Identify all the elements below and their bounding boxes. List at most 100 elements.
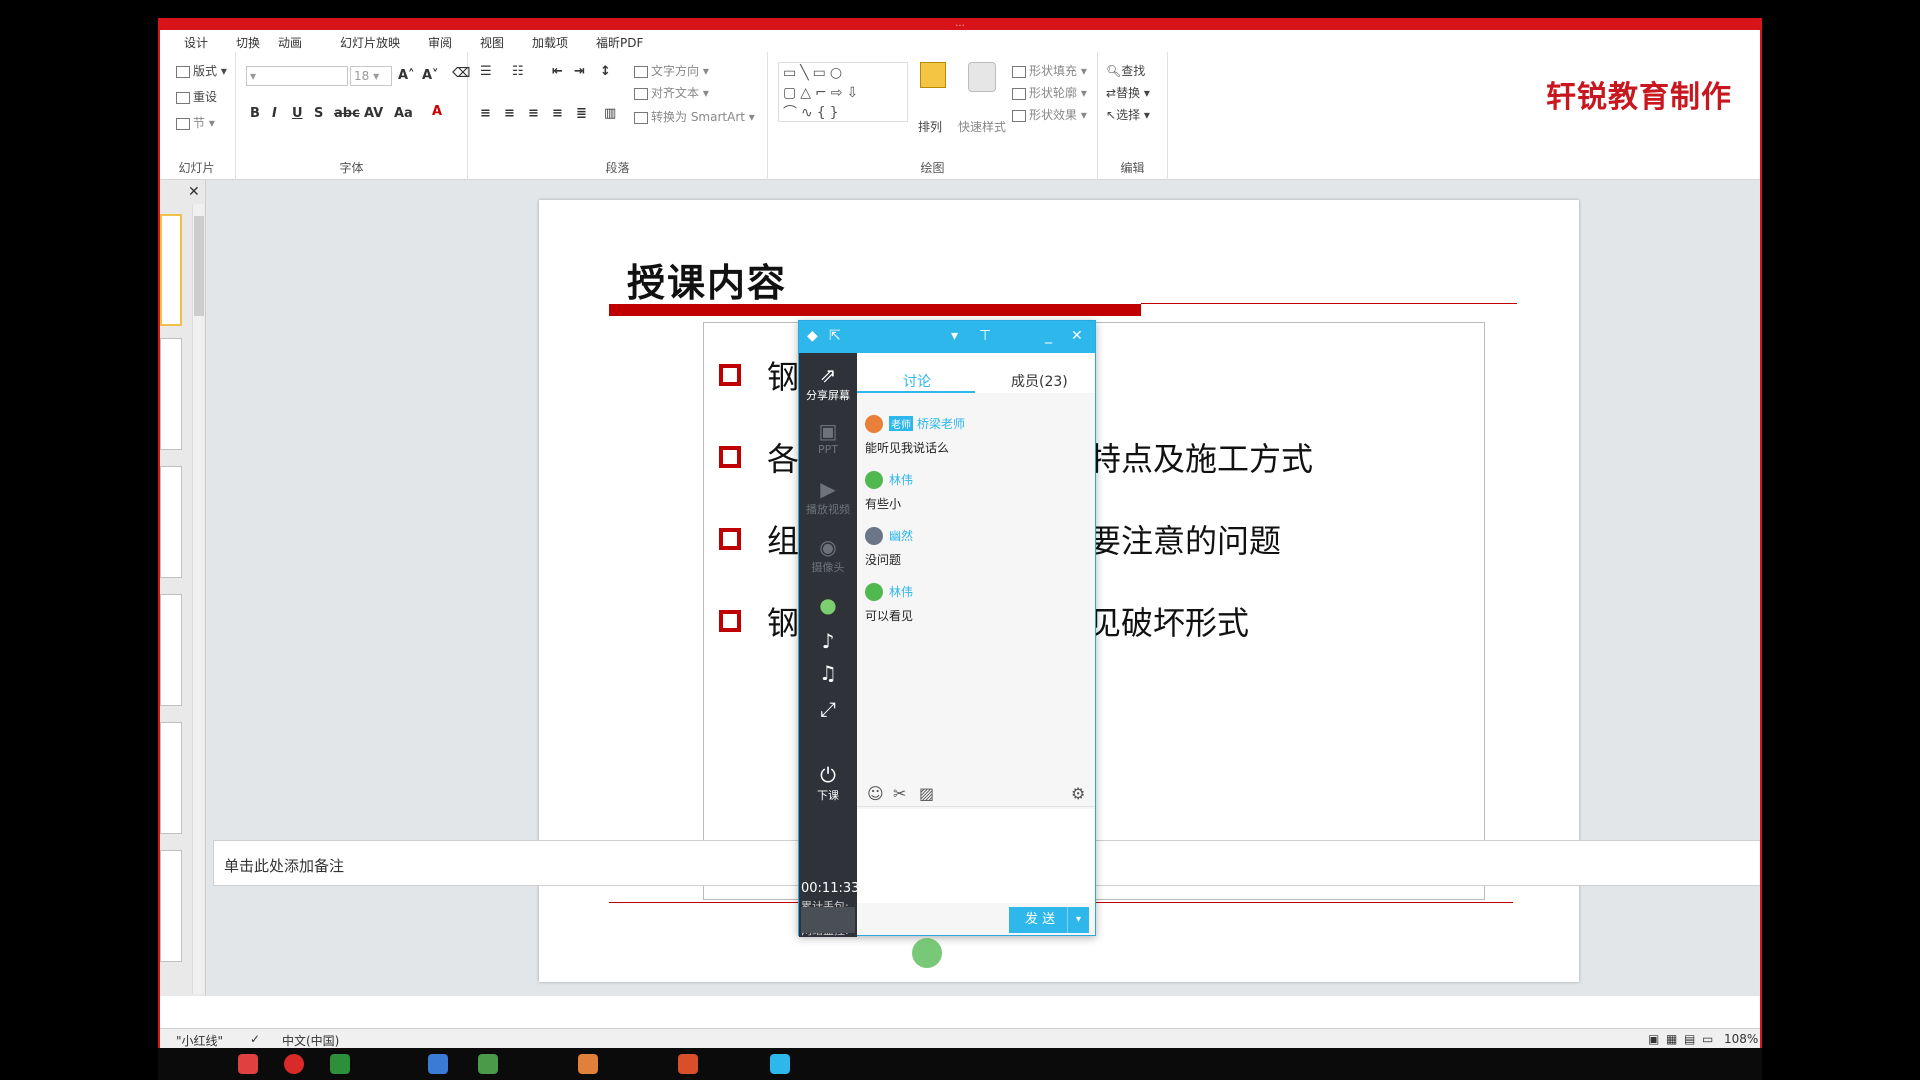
chat-title-bar[interactable]: ◆ ⇱ ▾ ⊤ _ ✕ [799, 321, 1095, 353]
speaker-icon[interactable]: ♪ [799, 629, 857, 653]
reading-view-icon[interactable]: ▤ [1684, 1032, 1695, 1046]
tab-addins[interactable]: 加载项 [532, 34, 568, 51]
sender-name[interactable]: 幽然 [889, 529, 913, 543]
quick-styles-button[interactable]: 快速样式 [958, 118, 1006, 135]
tab-slideshow[interactable]: 幻灯片放映 [340, 34, 400, 51]
scroll-thumb[interactable] [194, 216, 204, 316]
line-spacing-icon[interactable]: ↕ [600, 64, 611, 79]
app-icon[interactable] [770, 1054, 790, 1074]
font-color-icon[interactable]: A [432, 104, 442, 119]
distributed-icon[interactable]: ≣ [576, 106, 587, 121]
section-button[interactable]: 节 ▾ [176, 114, 215, 131]
font-name-combo[interactable]: ▾ [246, 66, 348, 86]
shape-effects-button[interactable]: 形状效果 ▾ [1012, 106, 1087, 123]
numbering-icon[interactable]: ☷ [512, 64, 524, 79]
live-class-chat-window[interactable]: ◆ ⇱ ▾ ⊤ _ ✕ ⇗ 分享屏幕 ▣ PPT ▶ 播放视频 ◉ 摄像头 ● ♪ ♫ … [798, 320, 1096, 937]
zoom-level[interactable]: 108% [1724, 1032, 1758, 1046]
emoji-icon[interactable]: ☺ [867, 784, 884, 803]
end-class-button[interactable]: ⏻ 下课 [799, 763, 857, 803]
strikethrough-icon[interactable]: abc [334, 106, 360, 121]
bullets-icon[interactable]: ☰ [480, 64, 492, 79]
slide-thumbnail[interactable] [160, 214, 182, 326]
arrange-button[interactable]: 排列 [918, 118, 942, 135]
ppt-button[interactable]: ▣ PPT [799, 419, 857, 456]
tab-animations[interactable]: 动画 [278, 34, 302, 51]
shadow-icon[interactable]: S [314, 106, 323, 121]
app-icon[interactable] [330, 1054, 350, 1074]
spellcheck-icon[interactable]: ✓ [250, 1032, 260, 1046]
slide-thumbnail[interactable] [160, 338, 182, 450]
minimize-icon[interactable]: _ [1045, 328, 1052, 344]
align-center-icon[interactable]: ≡ [504, 106, 515, 121]
find-button[interactable]: 🔍︎查找 [1106, 62, 1145, 79]
shrink-font-icon[interactable]: A˅ [422, 68, 439, 83]
thumbnail-scrollbar[interactable] [192, 204, 204, 994]
sender-name[interactable]: 林伟 [889, 473, 913, 487]
font-size-combo[interactable]: 18 ▾ [350, 66, 392, 86]
slideshow-view-icon[interactable]: ▭ [1702, 1032, 1713, 1046]
select-button[interactable]: ↖选择 ▾ [1106, 106, 1150, 123]
language[interactable]: 中文(中国) [282, 1032, 339, 1048]
slide-thumbnail[interactable] [160, 850, 182, 962]
microphone-icon[interactable]: ● [799, 593, 857, 617]
align-left-icon[interactable]: ≡ [480, 106, 491, 121]
change-case-icon[interactable]: Aa [394, 106, 413, 121]
justify-icon[interactable]: ≡ [552, 106, 563, 121]
slide-title[interactable]: 授课内容 [627, 252, 787, 307]
slide-thumbnail[interactable] [160, 722, 182, 834]
spacing-icon[interactable]: AV [364, 106, 383, 121]
pin-icon[interactable]: ⊤ [979, 328, 991, 344]
layout-button[interactable]: 版式 ▾ [176, 62, 227, 79]
shape-outline-button[interactable]: 形状轮廓 ▾ [1012, 84, 1087, 101]
scissors-icon[interactable]: ✂ [893, 784, 906, 803]
chevron-down-icon[interactable]: ▾ [951, 328, 958, 344]
tab-members[interactable]: 成员(23) [1011, 371, 1068, 391]
sorter-view-icon[interactable]: ▦ [1666, 1032, 1677, 1046]
camera-button[interactable]: ◉ 摄像头 [799, 535, 857, 575]
app-icon[interactable] [428, 1054, 448, 1074]
fullscreen-icon[interactable]: ⤢ [799, 697, 857, 721]
shape-fill-button[interactable]: 形状填充 ▾ [1012, 62, 1087, 79]
slide-thumbnail[interactable] [160, 594, 182, 706]
smartart-button[interactable]: 转换为 SmartArt ▾ [634, 108, 755, 125]
align-right-icon[interactable]: ≡ [528, 106, 539, 121]
italic-icon[interactable]: I [272, 106, 277, 121]
chat-input[interactable] [857, 809, 1095, 903]
grow-font-icon[interactable]: A˄ [398, 68, 415, 83]
app-icon[interactable] [478, 1054, 498, 1074]
share-screen-button[interactable]: ⇗ 分享屏幕 [799, 363, 857, 403]
align-text-button[interactable]: 对齐文本 ▾ [634, 84, 709, 101]
play-video-button[interactable]: ▶ 播放视频 [799, 477, 857, 517]
text-direction-button[interactable]: 文字方向 ▾ [634, 62, 709, 79]
close-icon[interactable]: ✕ [1071, 328, 1083, 344]
shapes-gallery[interactable]: ▭╲▭○ ▢△⌐⇨⇩ ⌒∿{} [778, 62, 908, 122]
underline-icon[interactable]: U [292, 106, 303, 121]
sender-name[interactable]: 林伟 [889, 585, 913, 599]
tab-discuss[interactable]: 讨论 [903, 371, 931, 391]
reset-button[interactable]: 重设 [176, 88, 217, 105]
tab-transitions[interactable]: 切换 [236, 34, 260, 51]
popout-icon[interactable]: ⇱ [829, 328, 841, 344]
tab-foxit-pdf[interactable]: 福昕PDF [596, 34, 643, 51]
close-icon[interactable]: ✕ [188, 184, 200, 200]
tab-review[interactable]: 审阅 [428, 34, 452, 51]
powerpoint-taskbar-icon[interactable] [678, 1054, 698, 1074]
normal-view-icon[interactable]: ▣ [1648, 1032, 1659, 1046]
sender-name[interactable]: 桥梁老师 [917, 417, 965, 431]
app-icon[interactable] [238, 1054, 258, 1074]
app-icon[interactable] [578, 1054, 598, 1074]
app-icon[interactable] [284, 1054, 304, 1074]
tab-view[interactable]: 视图 [480, 34, 504, 51]
replace-button[interactable]: ⇄替换 ▾ [1106, 84, 1150, 101]
settings-gear-icon[interactable]: ⚙ [1071, 784, 1085, 803]
slide-thumbnail[interactable] [160, 466, 182, 578]
decrease-indent-icon[interactable]: ⇤ [552, 64, 563, 79]
music-icon[interactable]: ♫ [799, 661, 857, 685]
bold-icon[interactable]: B [250, 106, 260, 121]
columns-icon[interactable]: ▥ [604, 106, 616, 121]
send-button[interactable]: 发 送 ▾ [1009, 907, 1089, 933]
image-icon[interactable]: ▨ [919, 784, 934, 803]
send-options-icon[interactable]: ▾ [1067, 907, 1089, 933]
increase-indent-icon[interactable]: ⇥ [574, 64, 585, 79]
tab-design[interactable]: 设计 [184, 34, 208, 51]
